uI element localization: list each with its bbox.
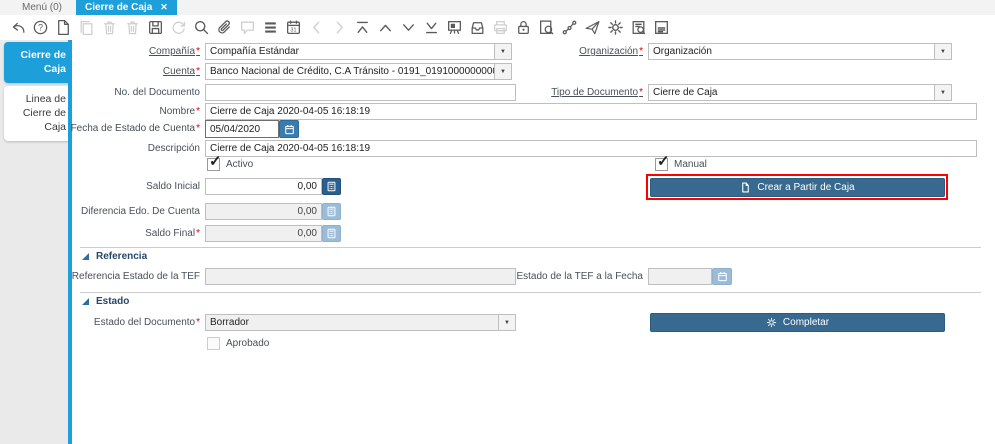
diferencia-label: Diferencia Edo. De Cuenta [58,203,200,220]
no-documento-label: No. del Documento [58,84,200,101]
estado-documento-label: Estado del Documento [58,314,200,331]
next-record-icon [331,19,348,36]
referencia-tef-label: Referencia Estado de la TEF [58,268,200,285]
chart-icon[interactable] [446,19,463,36]
activo-label: Activo [226,158,253,171]
chevron-down-icon[interactable]: ▼ [494,64,511,79]
report-icon[interactable] [653,19,670,36]
copy-record-icon [78,19,95,36]
grid-toggle-icon[interactable] [262,19,279,36]
tipo-documento-label[interactable]: Tipo de Documento [393,84,643,101]
tab-label: Cierre de Caja [85,2,152,13]
refresh-icon [170,19,187,36]
cierre-de-caja-form: Compañía Compañía Estándar▼ Organización… [72,40,995,444]
chat-icon [239,19,256,36]
new-record-icon[interactable] [55,19,72,36]
manual-checkbox[interactable] [655,158,668,171]
crear-a-partir-de-caja-button[interactable]: Crear a Partir de Caja [650,178,945,197]
window-tab-bar: Menú (0) Cierre de Caja ✕ [0,0,995,16]
toolbar [0,15,995,41]
chevron-down-icon[interactable]: ▼ [934,44,951,59]
aprobado-checkbox[interactable] [207,337,220,350]
saldo-inicial-label: Saldo Inicial [58,178,200,195]
completar-button[interactable]: Completar [650,313,945,332]
up-record-icon[interactable] [377,19,394,36]
fecha-estado-cuenta-input[interactable] [205,120,279,138]
archive-icon[interactable] [469,19,486,36]
down-record-icon[interactable] [400,19,417,36]
descripcion-input[interactable] [205,140,977,157]
saldo-inicial-input[interactable] [205,178,322,195]
divider [80,247,981,248]
gear-icon [766,317,777,328]
chevron-down-icon[interactable]: ▼ [934,85,951,100]
estado-tef-fecha-input [648,268,712,285]
find-icon[interactable] [193,19,210,36]
estado-tef-fecha-label: Estado de la TEF a la Fecha [393,268,643,285]
descripcion-label: Descripción [58,140,200,157]
calendar-icon [717,271,728,282]
calculator-icon [326,206,337,217]
previous-record-icon [308,19,325,36]
organizacion-select[interactable]: Organización▼ [648,43,952,60]
chevron-down-icon[interactable]: ▼ [498,315,515,330]
cuenta-label[interactable]: Cuenta [58,63,200,80]
referencia-section-header[interactable]: Referencia [82,251,147,262]
calculator-button-disabled [322,225,341,242]
report-find-icon[interactable] [630,19,647,36]
calendar-picker-button-disabled [712,268,732,285]
aprobado-label: Aprobado [226,337,269,350]
send-request-icon[interactable] [584,19,601,36]
calculator-button-disabled [322,203,341,220]
nombre-label: Nombre [58,103,200,120]
collapse-triangle-icon[interactable] [82,298,89,305]
estado-documento-select: Borrador▼ [205,314,516,331]
fecha-estado-cuenta-label: Fecha de Estado de Cuenta [58,120,200,137]
tab-menu[interactable]: Menú (0) [8,0,76,15]
workflow-icon[interactable] [561,19,578,36]
activo-checkbox[interactable] [207,158,220,171]
calculator-button[interactable] [322,178,341,195]
estado-section-header[interactable]: Estado [82,296,129,307]
save-icon[interactable] [147,19,164,36]
saldo-final-input [205,225,322,242]
nombre-input[interactable] [205,103,977,120]
undo-icon[interactable] [9,19,26,36]
organizacion-label[interactable]: Organización [393,43,643,60]
lock-icon[interactable] [515,19,532,36]
settings-icon[interactable] [607,19,624,36]
print-icon [492,19,509,36]
calendar-picker-button[interactable] [279,120,299,138]
calendar-icon [284,124,295,135]
calculator-icon [326,181,337,192]
calendar-icon[interactable] [285,19,302,36]
tipo-documento-select[interactable]: Cierre de Caja▼ [648,84,952,101]
close-tab-icon[interactable]: ✕ [160,2,168,13]
document-icon [740,182,751,193]
find-advanced-icon[interactable] [538,19,555,36]
divider [80,292,981,293]
saldo-final-label: Saldo Final [58,225,200,242]
tab-cierre-de-caja[interactable]: Cierre de Caja ✕ [76,0,177,15]
delete-selection-icon [124,19,141,36]
diferencia-input [205,203,322,220]
help-icon[interactable] [32,19,49,36]
cuenta-select[interactable]: Banco Nacional de Crédito, C.A Tránsito … [205,63,512,80]
compania-label[interactable]: Compañía [58,43,200,60]
manual-label: Manual [674,158,707,171]
detail-record-icon[interactable] [423,19,440,36]
calculator-icon [326,228,337,239]
parent-record-icon[interactable] [354,19,371,36]
delete-record-icon [101,19,118,36]
collapse-triangle-icon[interactable] [82,253,89,260]
attachment-icon[interactable] [216,19,233,36]
